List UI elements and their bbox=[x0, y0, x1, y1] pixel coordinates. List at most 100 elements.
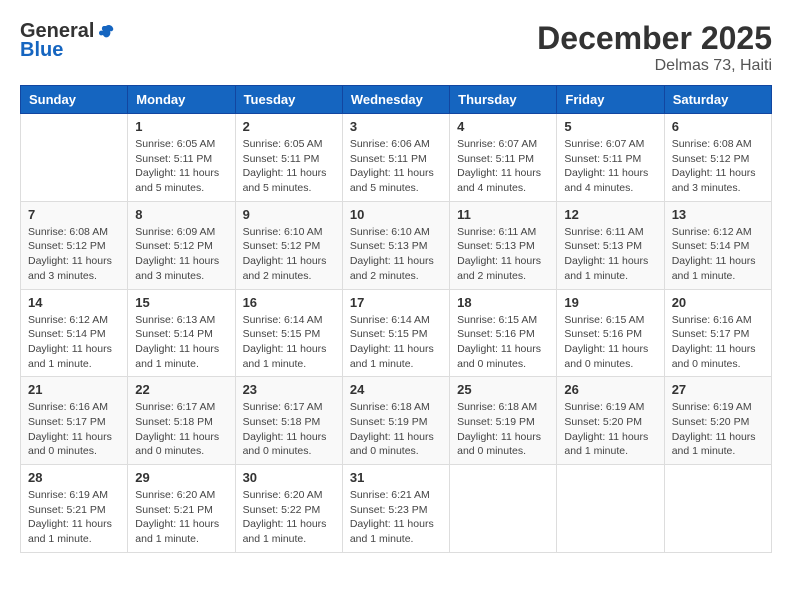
day-info: Sunrise: 6:16 AMSunset: 5:17 PMDaylight:… bbox=[672, 313, 764, 372]
day-info: Sunrise: 6:21 AMSunset: 5:23 PMDaylight:… bbox=[350, 488, 442, 547]
day-info: Sunrise: 6:13 AMSunset: 5:14 PMDaylight:… bbox=[135, 313, 227, 372]
calendar-cell: 6 Sunrise: 6:08 AMSunset: 5:12 PMDaylight… bbox=[664, 114, 771, 202]
day-info: Sunrise: 6:11 AMSunset: 5:13 PMDaylight:… bbox=[457, 225, 549, 284]
calendar-table: SundayMondayTuesdayWednesdayThursdayFrid… bbox=[20, 85, 772, 553]
main-title: December 2025 bbox=[537, 20, 772, 57]
day-number: 30 bbox=[243, 470, 335, 485]
day-info: Sunrise: 6:05 AMSunset: 5:11 PMDaylight:… bbox=[135, 137, 227, 196]
day-number: 19 bbox=[564, 295, 656, 310]
day-number: 27 bbox=[672, 382, 764, 397]
calendar-header-row: SundayMondayTuesdayWednesdayThursdayFrid… bbox=[21, 86, 772, 114]
day-number: 7 bbox=[28, 207, 120, 222]
day-info: Sunrise: 6:18 AMSunset: 5:19 PMDaylight:… bbox=[350, 400, 442, 459]
day-number: 18 bbox=[457, 295, 549, 310]
day-number: 10 bbox=[350, 207, 442, 222]
calendar-cell: 14Sunrise: 6:12 AMSunset: 5:14 PMDayligh… bbox=[21, 289, 128, 377]
logo: General Blue bbox=[20, 20, 116, 62]
calendar-cell: 24 Sunrise: 6:18 AMSunset: 5:19 PMDayligh… bbox=[342, 377, 449, 465]
calendar-cell: 16Sunrise: 6:14 AMSunset: 5:15 PMDayligh… bbox=[235, 289, 342, 377]
day-info: Sunrise: 6:09 AMSunset: 5:12 PMDaylight:… bbox=[135, 225, 227, 284]
day-info: Sunrise: 6:12 AMSunset: 5:14 PMDaylight:… bbox=[672, 225, 764, 284]
day-info: Sunrise: 6:19 AMSunset: 5:20 PMDaylight:… bbox=[564, 400, 656, 459]
day-number: 29 bbox=[135, 470, 227, 485]
day-number: 17 bbox=[350, 295, 442, 310]
day-number: 26 bbox=[564, 382, 656, 397]
calendar-cell bbox=[21, 114, 128, 202]
column-header-monday: Monday bbox=[128, 86, 235, 114]
page-header: General Blue December 2025 Delmas 73, Ha… bbox=[20, 20, 772, 75]
column-header-sunday: Sunday bbox=[21, 86, 128, 114]
calendar-cell bbox=[664, 465, 771, 553]
calendar-cell: 30Sunrise: 6:20 AMSunset: 5:22 PMDayligh… bbox=[235, 465, 342, 553]
calendar-cell: 9 Sunrise: 6:10 AMSunset: 5:12 PMDaylight… bbox=[235, 201, 342, 289]
calendar-cell: 11Sunrise: 6:11 AMSunset: 5:13 PMDayligh… bbox=[450, 201, 557, 289]
calendar-cell: 31 Sunrise: 6:21 AMSunset: 5:23 PMDayligh… bbox=[342, 465, 449, 553]
day-info: Sunrise: 6:19 AMSunset: 5:21 PMDaylight:… bbox=[28, 488, 120, 547]
calendar-cell: 15Sunrise: 6:13 AMSunset: 5:14 PMDayligh… bbox=[128, 289, 235, 377]
day-info: Sunrise: 6:14 AMSunset: 5:15 PMDaylight:… bbox=[350, 313, 442, 372]
column-header-saturday: Saturday bbox=[664, 86, 771, 114]
day-number: 12 bbox=[564, 207, 656, 222]
day-info: Sunrise: 6:08 AMSunset: 5:12 PMDaylight:… bbox=[672, 137, 764, 196]
day-number: 2 bbox=[243, 119, 335, 134]
calendar-cell: 4 Sunrise: 6:07 AMSunset: 5:11 PMDaylight… bbox=[450, 114, 557, 202]
calendar-cell: 28 Sunrise: 6:19 AMSunset: 5:21 PMDayligh… bbox=[21, 465, 128, 553]
calendar-cell: 3 Sunrise: 6:06 AMSunset: 5:11 PMDaylight… bbox=[342, 114, 449, 202]
calendar-week-3: 14Sunrise: 6:12 AMSunset: 5:14 PMDayligh… bbox=[21, 289, 772, 377]
day-number: 24 bbox=[350, 382, 442, 397]
calendar-cell: 26 Sunrise: 6:19 AMSunset: 5:20 PMDayligh… bbox=[557, 377, 664, 465]
calendar-cell: 23Sunrise: 6:17 AMSunset: 5:18 PMDayligh… bbox=[235, 377, 342, 465]
calendar-cell bbox=[450, 465, 557, 553]
column-header-wednesday: Wednesday bbox=[342, 86, 449, 114]
day-info: Sunrise: 6:10 AMSunset: 5:13 PMDaylight:… bbox=[350, 225, 442, 284]
column-header-tuesday: Tuesday bbox=[235, 86, 342, 114]
day-number: 3 bbox=[350, 119, 442, 134]
day-info: Sunrise: 6:20 AMSunset: 5:21 PMDaylight:… bbox=[135, 488, 227, 547]
day-number: 21 bbox=[28, 382, 120, 397]
day-info: Sunrise: 6:14 AMSunset: 5:15 PMDaylight:… bbox=[243, 313, 335, 372]
day-info: Sunrise: 6:17 AMSunset: 5:18 PMDaylight:… bbox=[135, 400, 227, 459]
day-number: 9 bbox=[243, 207, 335, 222]
day-info: Sunrise: 6:10 AMSunset: 5:12 PMDaylight:… bbox=[243, 225, 335, 284]
day-info: Sunrise: 6:15 AMSunset: 5:16 PMDaylight:… bbox=[457, 313, 549, 372]
day-info: Sunrise: 6:17 AMSunset: 5:18 PMDaylight:… bbox=[243, 400, 335, 459]
day-number: 6 bbox=[672, 119, 764, 134]
calendar-cell: 1Sunrise: 6:05 AMSunset: 5:11 PMDaylight… bbox=[128, 114, 235, 202]
calendar-week-1: 1Sunrise: 6:05 AMSunset: 5:11 PMDaylight… bbox=[21, 114, 772, 202]
day-info: Sunrise: 6:18 AMSunset: 5:19 PMDaylight:… bbox=[457, 400, 549, 459]
calendar-cell bbox=[557, 465, 664, 553]
day-info: Sunrise: 6:16 AMSunset: 5:17 PMDaylight:… bbox=[28, 400, 120, 459]
day-info: Sunrise: 6:07 AMSunset: 5:11 PMDaylight:… bbox=[457, 137, 549, 196]
day-number: 22 bbox=[135, 382, 227, 397]
column-header-friday: Friday bbox=[557, 86, 664, 114]
calendar-cell: 2 Sunrise: 6:05 AMSunset: 5:11 PMDaylight… bbox=[235, 114, 342, 202]
calendar-week-4: 21 Sunrise: 6:16 AMSunset: 5:17 PMDayligh… bbox=[21, 377, 772, 465]
day-number: 20 bbox=[672, 295, 764, 310]
calendar-cell: 21 Sunrise: 6:16 AMSunset: 5:17 PMDayligh… bbox=[21, 377, 128, 465]
day-info: Sunrise: 6:06 AMSunset: 5:11 PMDaylight:… bbox=[350, 137, 442, 196]
day-number: 28 bbox=[28, 470, 120, 485]
calendar-cell: 29 Sunrise: 6:20 AMSunset: 5:21 PMDayligh… bbox=[128, 465, 235, 553]
day-info: Sunrise: 6:08 AMSunset: 5:12 PMDaylight:… bbox=[28, 225, 120, 284]
column-header-thursday: Thursday bbox=[450, 86, 557, 114]
subtitle: Delmas 73, Haiti bbox=[537, 57, 772, 75]
calendar-cell: 13Sunrise: 6:12 AMSunset: 5:14 PMDayligh… bbox=[664, 201, 771, 289]
day-info: Sunrise: 6:05 AMSunset: 5:11 PMDaylight:… bbox=[243, 137, 335, 196]
day-number: 5 bbox=[564, 119, 656, 134]
calendar-cell: 17 Sunrise: 6:14 AMSunset: 5:15 PMDayligh… bbox=[342, 289, 449, 377]
day-info: Sunrise: 6:19 AMSunset: 5:20 PMDaylight:… bbox=[672, 400, 764, 459]
day-number: 4 bbox=[457, 119, 549, 134]
calendar-cell: 22 Sunrise: 6:17 AMSunset: 5:18 PMDayligh… bbox=[128, 377, 235, 465]
day-number: 31 bbox=[350, 470, 442, 485]
calendar-cell: 5 Sunrise: 6:07 AMSunset: 5:11 PMDaylight… bbox=[557, 114, 664, 202]
calendar-cell: 20 Sunrise: 6:16 AMSunset: 5:17 PMDayligh… bbox=[664, 289, 771, 377]
day-number: 8 bbox=[135, 207, 227, 222]
day-info: Sunrise: 6:07 AMSunset: 5:11 PMDaylight:… bbox=[564, 137, 656, 196]
day-number: 14 bbox=[28, 295, 120, 310]
calendar-week-5: 28 Sunrise: 6:19 AMSunset: 5:21 PMDayligh… bbox=[21, 465, 772, 553]
calendar-cell: 27 Sunrise: 6:19 AMSunset: 5:20 PMDayligh… bbox=[664, 377, 771, 465]
calendar-week-2: 7 Sunrise: 6:08 AMSunset: 5:12 PMDaylight… bbox=[21, 201, 772, 289]
day-info: Sunrise: 6:15 AMSunset: 5:16 PMDaylight:… bbox=[564, 313, 656, 372]
calendar-cell: 12Sunrise: 6:11 AMSunset: 5:13 PMDayligh… bbox=[557, 201, 664, 289]
calendar-cell: 18 Sunrise: 6:15 AMSunset: 5:16 PMDayligh… bbox=[450, 289, 557, 377]
